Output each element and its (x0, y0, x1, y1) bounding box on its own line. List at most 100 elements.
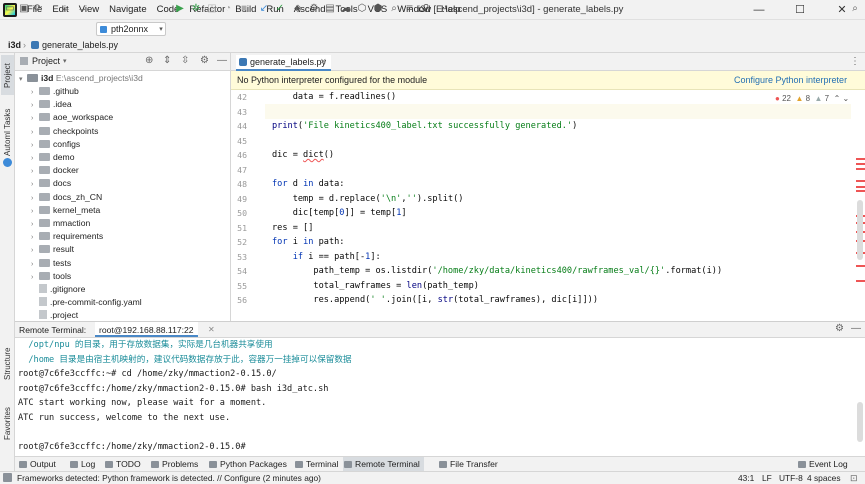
file-encoding[interactable]: UTF-8 (779, 472, 803, 484)
chevron-down-icon[interactable]: ▾ (63, 57, 67, 65)
automl-tasks-tab[interactable]: Automl Tasks (3, 109, 12, 156)
collapse-icon[interactable]: ⇳ (181, 55, 189, 66)
error-marker[interactable] (856, 163, 865, 165)
save-all-icon[interactable]: ▣ (18, 3, 30, 15)
error-marker[interactable] (856, 168, 865, 170)
database-icon[interactable]: ≡ (404, 3, 416, 15)
hide-icon[interactable]: — (851, 323, 861, 334)
tool-file-transfer[interactable]: File Transfer (438, 457, 498, 471)
tree-folder[interactable]: › tests (31, 257, 71, 270)
run-icon[interactable]: ▶ (174, 3, 186, 15)
search-everywhere-icon[interactable]: ⌕ (388, 3, 400, 15)
close-tab-icon[interactable]: ✕ (320, 57, 327, 66)
vcs-update-icon[interactable]: ↙ (258, 3, 270, 15)
error-marker[interactable] (856, 190, 865, 192)
chevron-right-icon[interactable]: › (31, 231, 39, 244)
tree-folder[interactable]: › docs (31, 177, 71, 190)
error-marker[interactable] (856, 180, 865, 182)
tool-windows-icon[interactable] (3, 473, 12, 482)
configure-interpreter-link[interactable]: Configure Python interpreter (734, 71, 847, 90)
chevron-right-icon[interactable]: › (31, 271, 39, 284)
code-editor[interactable]: data = f.readlines() print('File kinetic… (272, 90, 852, 306)
tree-folder[interactable]: › mmaction (31, 217, 90, 230)
open-folder-icon[interactable]: ▭ (4, 3, 16, 15)
tree-folder[interactable]: › checkpoints (31, 125, 98, 138)
chevron-down-icon[interactable]: ▾ (155, 24, 167, 36)
tool-problems[interactable]: Problems (150, 457, 198, 471)
editor-tab-generate-labels[interactable]: generate_labels.py (236, 55, 331, 71)
chevron-down-icon[interactable]: ⌄ (843, 94, 850, 103)
chevron-right-icon[interactable]: › (31, 112, 39, 125)
tool-event-log[interactable]: Event Log (797, 457, 848, 471)
tree-folder[interactable]: › tools (31, 270, 71, 283)
chevron-right-icon[interactable]: › (31, 165, 39, 178)
tree-folder[interactable]: › docker (31, 164, 79, 177)
tree-folder[interactable]: › configs (31, 138, 80, 151)
settings-icon[interactable]: ⚙ (308, 3, 320, 15)
back-icon[interactable]: ← (60, 3, 72, 15)
chevron-right-icon[interactable]: › (31, 244, 39, 257)
tree-folder[interactable]: › aoe_workspace (31, 111, 113, 124)
profile-icon[interactable]: ◔ (222, 3, 234, 15)
structure-tab[interactable]: Structure (3, 348, 12, 380)
project-tool-tab[interactable]: Project (3, 63, 12, 88)
tool-remote-terminal[interactable]: Remote Terminal (343, 457, 424, 471)
project-panel-title[interactable]: Project (32, 56, 60, 66)
close-tab-icon[interactable]: ✕ (208, 325, 215, 334)
chevron-right-icon[interactable]: › (31, 178, 39, 191)
chevron-right-icon[interactable]: › (31, 205, 39, 218)
error-marker[interactable] (856, 280, 865, 282)
chevron-right-icon[interactable]: › (31, 99, 39, 112)
terminal-icon[interactable]: ▤ (324, 3, 336, 15)
tool-todo[interactable]: TODO (104, 457, 141, 471)
caret-position[interactable]: 43:1 (738, 472, 754, 484)
tree-folder[interactable]: › demo (31, 151, 75, 164)
tool-log[interactable]: Log (69, 457, 95, 471)
tree-folder[interactable]: › requirements (31, 230, 103, 243)
more-icon[interactable]: ⋮ (850, 56, 860, 67)
forward-icon[interactable]: → (76, 3, 88, 15)
tool-python-packages[interactable]: Python Packages (208, 457, 287, 471)
cloud-icon[interactable]: ☁ (340, 3, 352, 15)
error-marker[interactable] (856, 265, 865, 267)
tree-folder[interactable]: › .idea (31, 98, 72, 111)
hide-icon[interactable]: — (217, 55, 227, 66)
gear-icon[interactable]: ⚙ (200, 55, 209, 66)
vcs-commit-icon[interactable]: ✓ (274, 3, 286, 15)
chevron-right-icon[interactable]: › (31, 192, 39, 205)
coverage-icon[interactable]: ◫ (206, 3, 218, 15)
terminal-output[interactable]: /opt/npu 的目录，用于存放数据集，实际是几台机器共享使用 /home 目… (15, 338, 865, 456)
maximize-button[interactable]: ☐ (780, 2, 820, 18)
lock-icon[interactable]: ⊡ (850, 472, 858, 484)
debug-icon[interactable]: ✲ (190, 3, 202, 15)
chevron-up-icon[interactable]: ⌃ (834, 94, 841, 103)
tree-folder[interactable]: › result (31, 243, 74, 256)
menu-navigate[interactable]: Navigate (104, 4, 152, 16)
tree-folder[interactable]: › kernel_meta (31, 204, 100, 217)
locate-icon[interactable]: ⊕ (145, 55, 153, 66)
tree-file[interactable]: .pre-commit-config.yaml (31, 296, 142, 309)
breadcrumb-file[interactable]: generate_labels.py (42, 38, 118, 53)
error-marker[interactable] (856, 186, 865, 188)
terminal-session-tab[interactable]: root@192.168.88.117:22 (95, 322, 198, 337)
inspection-widget[interactable]: ● 22 ▲ 8 ▲ 7 ⌃ ⌄ (775, 94, 849, 103)
error-marker[interactable] (856, 158, 865, 160)
chevron-right-icon[interactable]: › (31, 86, 39, 99)
help-icon[interactable]: ? (420, 3, 432, 15)
gear-icon[interactable]: ⚙ (835, 323, 844, 334)
stop-icon[interactable]: ■ (238, 3, 250, 15)
tool-output[interactable]: Output (18, 457, 56, 471)
editor-scrollbar[interactable] (857, 200, 863, 260)
search-icon[interactable]: ⌕ (849, 3, 861, 15)
tree-root[interactable]: ▾ i3d E:\ascend_projects\i3d (19, 72, 143, 85)
breadcrumb-project[interactable]: i3d (8, 38, 21, 53)
model-icon[interactable]: ⬡ (356, 3, 368, 15)
chevron-right-icon[interactable]: › (31, 139, 39, 152)
minimize-button[interactable]: — (739, 2, 779, 18)
tree-file[interactable]: .project (31, 309, 78, 321)
ascend-tool-icon[interactable]: ◈ (292, 3, 304, 15)
tree-folder[interactable]: › docs_zh_CN (31, 191, 102, 204)
favorites-tab[interactable]: Favorites (3, 407, 12, 440)
tree-folder[interactable]: › .github (31, 85, 79, 98)
tool-terminal[interactable]: Terminal (294, 457, 338, 471)
